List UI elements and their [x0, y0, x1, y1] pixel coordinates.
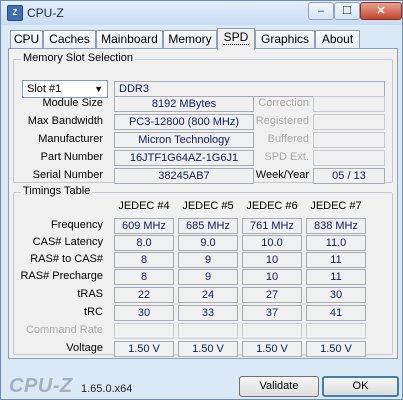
close-button[interactable]: ✕ [360, 2, 402, 20]
timing-row-label: RAS# Precharge [20, 270, 103, 282]
part-number-field: 16JTF1G64AZ-1G6J1 [114, 150, 254, 166]
manufacturer-field: Micron Technology [114, 132, 254, 148]
minimize-button[interactable]: – [308, 2, 334, 20]
timing-value-cell: 761 MHz [242, 218, 302, 234]
timing-value-cell: 1.50 V [242, 341, 302, 357]
timing-row-label: CAS# Latency [32, 236, 103, 248]
serial-number-label: Serial Number [32, 169, 103, 181]
timing-value-cell: 1.50 V [114, 341, 174, 357]
buffered-field [313, 132, 385, 148]
timing-value-cell: 1.50 V [178, 341, 238, 357]
version-label: 1.65.0.x64 [81, 383, 133, 395]
part-number-label: Part Number [40, 151, 103, 163]
registered-label: Registered [255, 115, 309, 127]
slot-select[interactable]: Slot #1 ▼ [22, 80, 108, 98]
timing-value-cell: 8 [114, 269, 174, 285]
cpuz-logo: CPU-Z [9, 375, 73, 397]
correction-label: Correction [258, 97, 309, 109]
tab-cpu[interactable]: CPU [10, 30, 43, 49]
timing-value-cell: 9.0 [178, 235, 238, 251]
registered-field [313, 114, 385, 130]
timing-value-cell: 41 [306, 305, 366, 321]
spd-panel: Memory Slot Selection Slot #1 ▼ DDR3 Mod… [8, 48, 398, 359]
max-bandwidth-label: Max Bandwidth [27, 115, 103, 127]
week-year-label: Week/Year [255, 169, 309, 181]
timing-value-cell: 37 [242, 305, 302, 321]
tab-about[interactable]: About [315, 30, 360, 49]
timing-value-cell: 30 [306, 287, 366, 303]
timing-value-cell [242, 323, 302, 339]
timing-value-cell: 27 [242, 287, 302, 303]
timing-row-label: Command Rate [25, 324, 103, 336]
timing-value-cell: 9 [178, 252, 238, 268]
timing-value-cell: 10 [242, 269, 302, 285]
cpuz-app-icon: Z [7, 5, 23, 21]
timing-value-cell: 8.0 [114, 235, 174, 251]
window-title: CPU-Z [27, 6, 64, 20]
timing-value-cell: 33 [178, 305, 238, 321]
module-size-field: 8192 MBytes [114, 96, 254, 112]
timing-row-label: tRAS [77, 288, 103, 300]
timing-column-header: JEDEC #6 [246, 200, 298, 212]
timing-value-cell: 9 [178, 269, 238, 285]
timing-value-cell: 30 [114, 305, 174, 321]
serial-number-field: 38245AB7 [114, 168, 254, 184]
timing-value-cell: 685 MHz [178, 218, 238, 234]
timing-column-header: JEDEC #5 [182, 200, 234, 212]
timing-value-cell: 8 [114, 252, 174, 268]
validate-button[interactable]: Validate [239, 376, 319, 397]
timing-value-cell [178, 323, 238, 339]
timing-value-cell: 10 [242, 252, 302, 268]
slot-select-value: Slot #1 [27, 83, 62, 95]
timing-row-label: Frequency [51, 219, 103, 231]
timing-column-header: JEDEC #7 [310, 200, 362, 212]
timing-value-cell: 24 [178, 287, 238, 303]
tab-caches[interactable]: Caches [43, 30, 96, 49]
tab-mainboard[interactable]: Mainboard [96, 30, 163, 49]
chevron-down-icon: ▼ [94, 84, 103, 94]
memory-slot-group: Memory Slot Selection Slot #1 ▼ DDR3 Mod… [13, 52, 393, 184]
timings-group-title: Timings Table [21, 185, 93, 197]
ok-button[interactable]: OK [322, 376, 399, 397]
tab-graphics[interactable]: Graphics [255, 30, 315, 49]
title-bar[interactable]: Z CPU-Z – ☐ ✕ [1, 1, 402, 25]
week-year-field: 05 / 13 [313, 168, 385, 184]
timings-group: Timings Table JEDEC #4 JEDEC #5 JEDEC #6… [13, 185, 393, 357]
module-size-label: Module Size [42, 97, 103, 109]
manufacturer-label: Manufacturer [38, 133, 103, 145]
timing-row-label: Voltage [66, 342, 103, 354]
timing-row-label: tRC [84, 306, 103, 318]
maximize-button[interactable]: ☐ [334, 2, 360, 20]
timing-value-cell: 10.0 [242, 235, 302, 251]
timing-value-cell: 11 [306, 269, 366, 285]
timing-value-cell: 11 [306, 252, 366, 268]
spd-ext-label: SPD Ext. [264, 151, 309, 163]
tab-spd-label: SPD [222, 30, 250, 45]
timing-row-label: RAS# to CAS# [30, 253, 103, 265]
memory-type-field: DDR3 [114, 81, 385, 97]
timing-value-cell [306, 323, 366, 339]
timing-column-header: JEDEC #4 [118, 200, 170, 212]
cpuz-window: Z CPU-Z – ☐ ✕ CPU Caches Mainboard Memor… [0, 0, 403, 400]
timing-value-cell [114, 323, 174, 339]
max-bandwidth-field: PC3-12800 (800 MHz) [114, 114, 254, 130]
timing-value-cell: 22 [114, 287, 174, 303]
timing-value-cell: 609 MHz [114, 218, 174, 234]
spd-ext-field [313, 150, 385, 166]
correction-field [313, 96, 385, 112]
memory-slot-group-title: Memory Slot Selection [21, 52, 136, 64]
timing-value-cell: 11.0 [306, 235, 366, 251]
tab-memory[interactable]: Memory [163, 30, 217, 49]
timing-value-cell: 838 MHz [306, 218, 366, 234]
timing-value-cell: 1.50 V [306, 341, 366, 357]
tab-spd[interactable]: SPD [217, 28, 255, 50]
buffered-label: Buffered [267, 133, 309, 145]
